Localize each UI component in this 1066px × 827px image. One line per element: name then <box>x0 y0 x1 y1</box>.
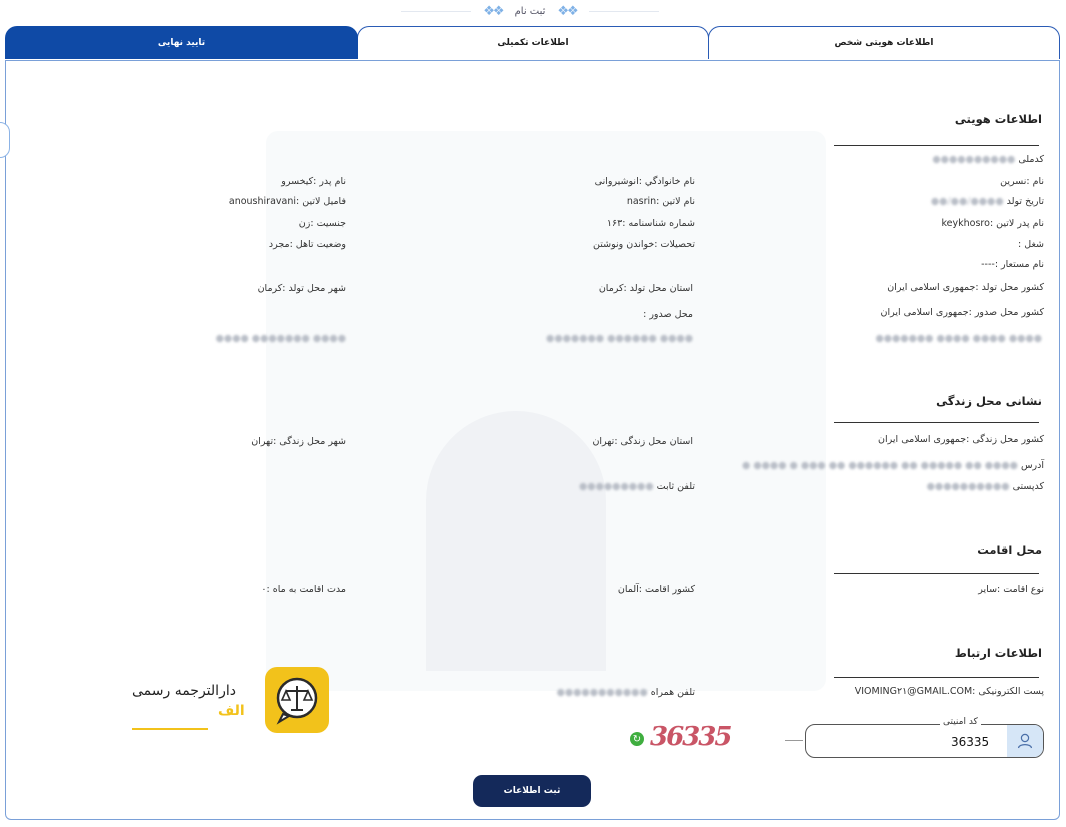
logo-company-name: دارالترجمه رسمی <box>132 683 236 699</box>
mobile-label: تلفن همراه <box>650 687 695 698</box>
side-panel-handle[interactable] <box>0 122 10 158</box>
scales-of-justice-icon <box>276 677 318 725</box>
ornament-icon: ❖❖ <box>557 3 578 19</box>
address-section-title: نشانی محل زندگی <box>936 394 1042 408</box>
logo-subtitle: الف <box>218 703 245 719</box>
captcha-connector <box>785 740 803 741</box>
blurred-field: ●●●● ●●●● ●●●● ●●●●●●● <box>875 333 1042 344</box>
marital-field: وضعیت تاهل :مجرد <box>268 239 346 250</box>
landline-value: ●●●●●●●●● <box>579 481 654 492</box>
identity-section-title: اطلاعات هویتی <box>954 112 1042 126</box>
translation-office-logo <box>265 667 329 733</box>
logo-underline <box>132 728 208 730</box>
alias-field: نام مستعار :---- <box>981 259 1044 270</box>
address-label: آدرس <box>1020 460 1044 471</box>
postal-code-field: کدپستی ●●●●●●●●●● <box>927 481 1044 492</box>
residency-type-field: نوع اقامت :سایر <box>978 584 1044 595</box>
gender-field: جنسیت :زن <box>298 218 346 229</box>
father-name-field: نام پدر :کیخسرو <box>281 176 346 187</box>
national-code-field: کدملی ●●●●●●●●●● <box>932 154 1044 165</box>
birth-date-value: ●●●●/●●/●● <box>930 196 1004 207</box>
ornament-icon: ❖❖ <box>483 3 504 19</box>
landline-label: تلفن ثابت <box>656 481 695 492</box>
address-value: ●●●● ●● ●●●●● ●● ●●●●●● ●● ●●● ● ●●●● ● <box>742 460 1018 471</box>
residency-section-title: محل اقامت <box>977 543 1042 557</box>
tab-additional-info[interactable]: اطلاعات تکمیلی <box>357 26 709 59</box>
blurred-field: ●●●● ●●●●●●● ●●●● <box>215 333 346 344</box>
address-field: آدرس ●●●● ●● ●●●●● ●● ●●●●●● ●● ●●● ● ●●… <box>742 460 1044 471</box>
section-divider <box>834 573 1039 574</box>
issue-country-field: کشور محل صدور :جمهوری اسلامی ایران <box>880 307 1044 318</box>
postal-code-value: ●●●●●●●●●● <box>926 481 1010 492</box>
national-code-value: ●●●●●●●●●● <box>932 154 1016 165</box>
birth-city-field: شهر محل تولد :کرمان <box>257 283 346 294</box>
birth-province-field: استان محل تولد :کرمان <box>598 283 693 294</box>
email-field: پست الکترونیکی :VIOMING۲۱@GMAIL.COM <box>854 686 1044 697</box>
father-latin-field: نام پدر لاتین :keykhosro <box>941 218 1045 229</box>
issue-place-field: محل صدور : <box>643 309 693 320</box>
residence-province-field: استان محل زندگی :تهران <box>592 436 693 447</box>
latin-family-field: فامیل لاتین :anoushiravani <box>228 196 346 207</box>
header-divider-left <box>401 10 472 12</box>
residency-country-field: کشور اقامت :آلمان <box>617 584 695 595</box>
background-watermark-arch <box>426 411 606 671</box>
section-divider <box>834 677 1039 678</box>
postal-code-label: کدپستی <box>1012 481 1044 492</box>
security-code-value: 36335 <box>951 735 990 749</box>
mobile-field: تلفن همراه ●●●●●●●●●●● <box>557 687 695 698</box>
user-icon <box>1007 725 1043 757</box>
latin-name-field: نام لاتین :nasrin <box>626 196 695 207</box>
national-code-label: کدملی <box>1018 154 1044 165</box>
security-code-label: کد امنیتی <box>940 717 981 727</box>
section-divider <box>834 422 1039 423</box>
page-title: ثبت نام <box>514 5 546 17</box>
tab-final-confirmation[interactable]: تایید نهایی <box>5 26 358 59</box>
submit-button[interactable]: ثبت اطلاعات <box>473 775 591 807</box>
section-divider <box>834 145 1039 146</box>
blurred-field: ●●●● ●●●●●● ●●●●●●● <box>546 333 693 344</box>
birth-date-field: تاریخ تولد ●●●●/●●/●● <box>931 196 1044 207</box>
header-divider-right <box>588 10 659 12</box>
residency-duration-field: مدت اقامت به ماه :۰ <box>261 584 346 595</box>
refresh-captcha-icon[interactable]: ↻ <box>630 732 644 746</box>
education-field: تحصیلات :خواندن ونوشتن <box>593 239 695 250</box>
residence-country-field: کشور محل زندگی :جمهوری اسلامی ایران <box>878 434 1044 445</box>
residence-city-field: شهر محل زندگی :تهران <box>251 436 346 447</box>
landline-field: تلفن ثابت ●●●●●●●●● <box>579 481 695 492</box>
captcha-image: 36335 <box>650 722 732 752</box>
family-name-field: نام خانوادگي :انوشیروانی <box>594 176 695 187</box>
job-field: شغل : <box>1018 239 1044 250</box>
tab-identity-info[interactable]: اطلاعات هویتی شخص <box>708 26 1060 59</box>
birth-country-field: کشور محل تولد :جمهوری اسلامی ایران <box>887 282 1044 293</box>
first-name-field: نام :نسرین <box>1000 176 1044 187</box>
security-code-input[interactable]: 36335 <box>805 724 1044 758</box>
birth-date-label: تاریخ تولد <box>1006 196 1044 207</box>
contact-section-title: اطلاعات ارتباط <box>954 646 1042 660</box>
mobile-value: ●●●●●●●●●●● <box>556 687 648 698</box>
page-header: ❖❖ ثبت نام ❖❖ <box>380 0 680 22</box>
id-number-field: شماره شناسنامه :۱۶۳ <box>606 218 695 229</box>
